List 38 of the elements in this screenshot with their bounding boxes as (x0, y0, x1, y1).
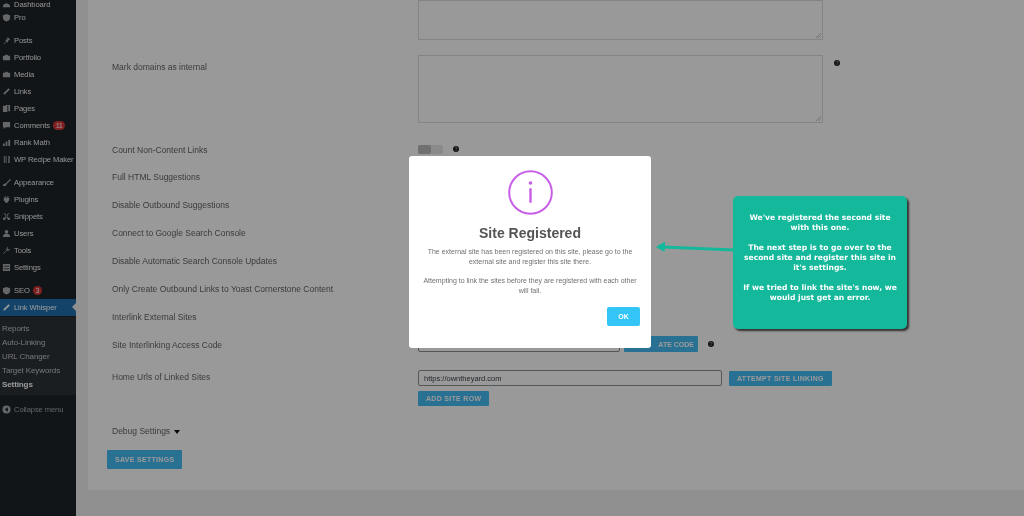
help-icon[interactable] (453, 145, 459, 152)
help-icon[interactable] (834, 60, 840, 66)
setting-label: Connect to Google Search Console (112, 228, 246, 238)
setting-label: Only Create Outbound Links to Yoast Cornerstone Content (112, 284, 334, 294)
setting-label: Home Urls of Linked Sites (112, 372, 211, 382)
toggle-switch[interactable] (418, 145, 443, 154)
submenu-item[interactable]: Target Keywords (0, 363, 76, 377)
plug-icon (2, 195, 11, 204)
setting-label: Interlink External Sites (112, 312, 197, 322)
pushpin-icon (2, 36, 11, 45)
person-icon (2, 229, 11, 238)
info-icon (507, 170, 553, 215)
pages-icon (2, 104, 11, 113)
shield-icon (2, 13, 11, 22)
resize-grip-icon[interactable] (816, 116, 821, 121)
speech-bubble-icon (2, 121, 11, 130)
setting-label: Count Non-Content Links (112, 145, 208, 155)
setting-label: Site Interlinking Access Code (112, 340, 223, 350)
text-area-field[interactable] (418, 0, 823, 40)
bar-chart-icon (2, 138, 11, 147)
wrench-icon (2, 246, 11, 255)
setting-label: Disable Outbound Suggestions (112, 200, 230, 210)
setting-label: Disable Automatic Search Console Updates (112, 256, 277, 266)
caret-icon[interactable] (174, 429, 181, 434)
setting-label: Full HTML Suggestions (112, 172, 201, 182)
submenu-item[interactable]: Auto-Linking (0, 335, 76, 349)
text-area-field[interactable] (418, 55, 823, 123)
brush-icon (2, 178, 11, 187)
scissors-icon (2, 212, 11, 221)
dialog-title: Site Registered (479, 225, 581, 241)
shield-icon (2, 286, 11, 295)
submenu-item[interactable]: URL Changer (0, 349, 76, 363)
submenu-item[interactable]: Reports (0, 321, 76, 335)
resize-grip-icon[interactable] (816, 33, 821, 38)
help-icon[interactable] (708, 341, 714, 347)
setting-label: Mark domains as internal (112, 62, 207, 72)
setting-label[interactable]: Debug Settings (112, 426, 171, 436)
submenu-item[interactable]: Settings (0, 377, 76, 391)
